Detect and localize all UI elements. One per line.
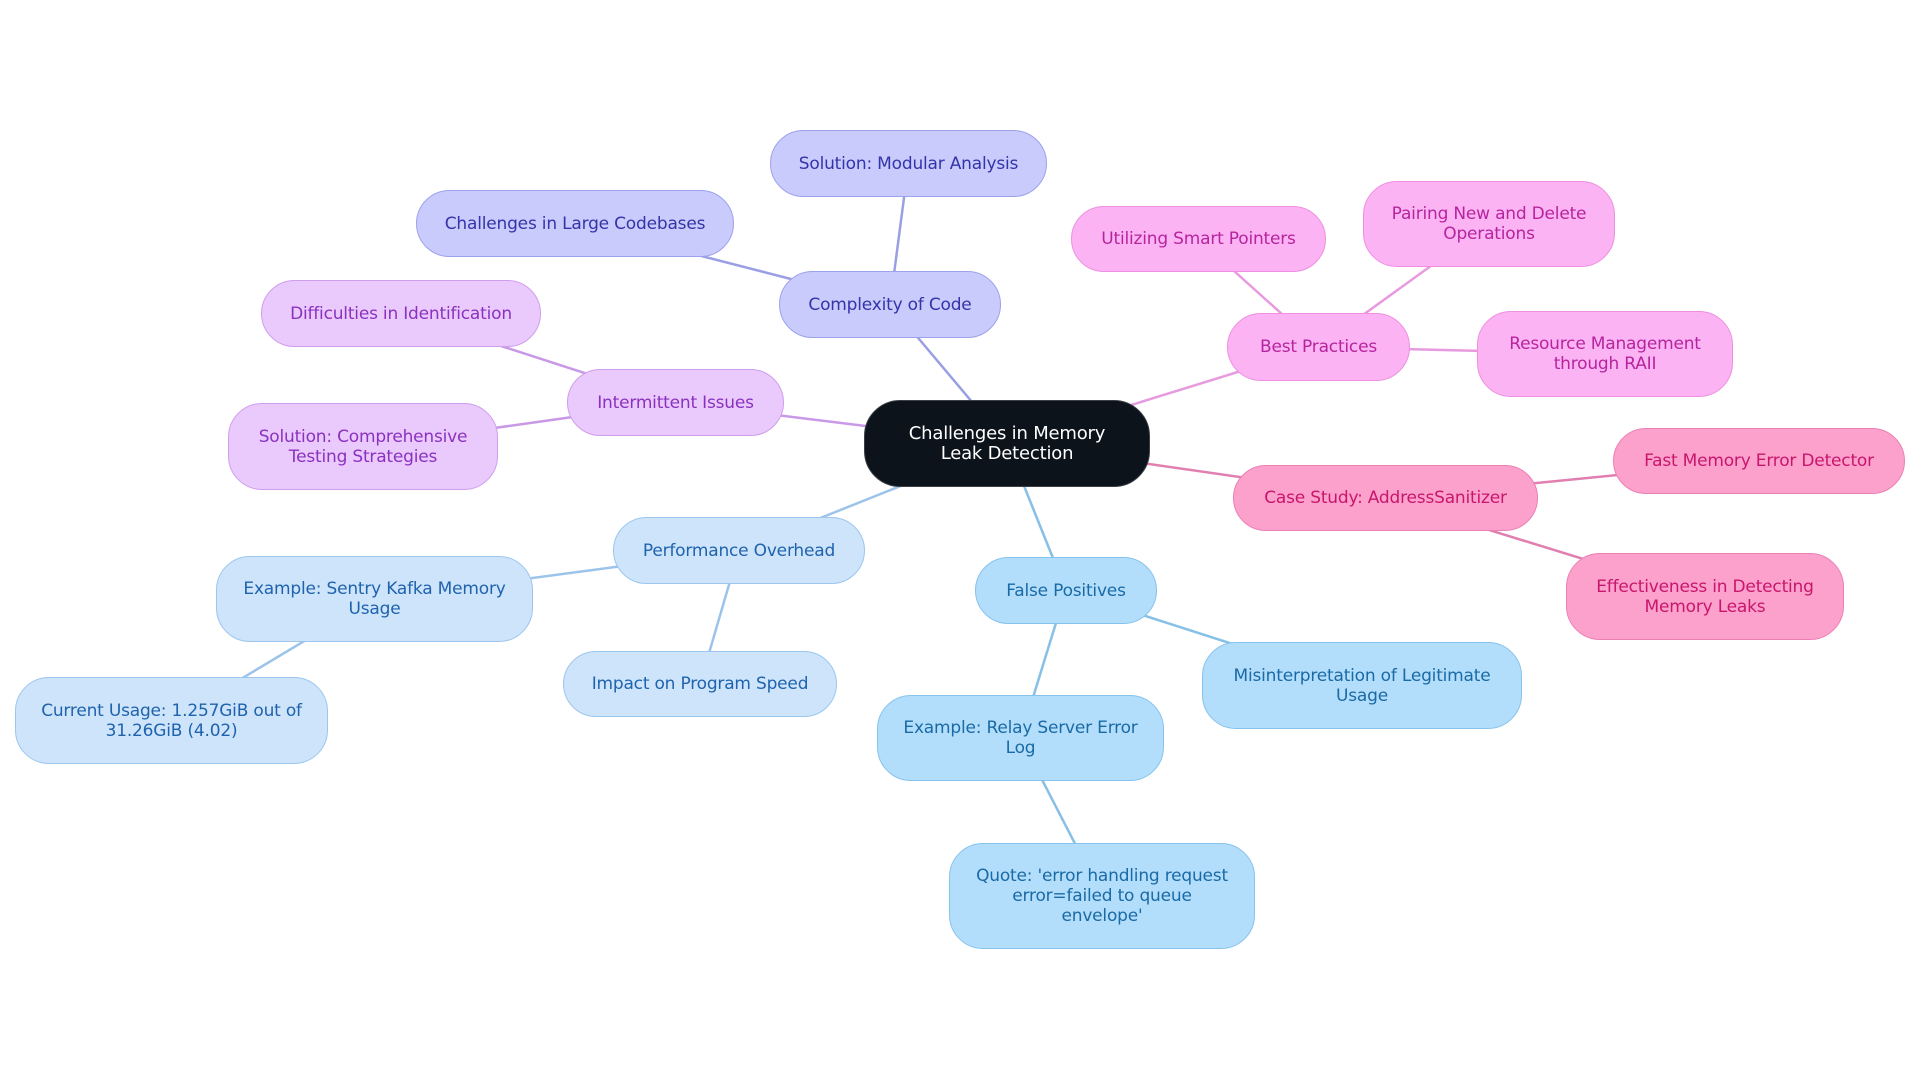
node-label: Current Usage: 1.257GiB out of 31.26GiB … — [41, 700, 302, 741]
node-label: Fast Memory Error Detector — [1644, 451, 1874, 471]
node-raii[interactable]: Resource Management through RAII — [1477, 311, 1733, 397]
node-program-speed[interactable]: Impact on Program Speed — [563, 651, 837, 717]
node-best-practices[interactable]: Best Practices — [1227, 313, 1410, 381]
node-modular-analysis[interactable]: Solution: Modular Analysis — [770, 130, 1047, 197]
node-label: Impact on Program Speed — [591, 674, 809, 694]
node-label: Utilizing Smart Pointers — [1101, 229, 1296, 249]
node-label: Misinterpretation of Legitimate Usage — [1233, 665, 1491, 706]
node-performance[interactable]: Performance Overhead — [613, 517, 865, 584]
node-label: Case Study: AddressSanitizer — [1264, 488, 1507, 508]
node-label: Intermittent Issues — [597, 392, 754, 413]
node-label: Solution: Comprehensive Testing Strategi… — [258, 426, 468, 467]
node-label: Challenges in Memory Leak Detection — [908, 422, 1106, 464]
node-label: False Positives — [1006, 580, 1126, 601]
node-large-codebases[interactable]: Challenges in Large Codebases — [416, 190, 734, 257]
node-root[interactable]: Challenges in Memory Leak Detection — [864, 400, 1150, 487]
node-relay-log[interactable]: Example: Relay Server Error Log — [877, 695, 1164, 781]
node-misinterpretation[interactable]: Misinterpretation of Legitimate Usage — [1202, 642, 1522, 729]
node-label: Complexity of Code — [808, 294, 972, 315]
node-label: Solution: Modular Analysis — [798, 153, 1019, 174]
node-label: Quote: 'error handling request error=fai… — [976, 866, 1228, 926]
node-label: Difficulties in Identification — [290, 303, 512, 324]
node-label: Example: Sentry Kafka Memory Usage — [243, 579, 506, 619]
node-label: Challenges in Large Codebases — [444, 213, 706, 234]
node-label: Best Practices — [1259, 337, 1377, 357]
node-difficulties[interactable]: Difficulties in Identification — [261, 280, 541, 347]
node-label: Pairing New and Delete Operations — [1391, 204, 1587, 244]
node-false-positives[interactable]: False Positives — [975, 557, 1157, 624]
mind-map-canvas: Challenges in Memory Leak Detection Compl… — [0, 0, 1920, 1083]
node-new-delete[interactable]: Pairing New and Delete Operations — [1363, 181, 1615, 267]
node-effectiveness[interactable]: Effectiveness in Detecting Memory Leaks — [1566, 553, 1844, 640]
node-label: Resource Management through RAII — [1509, 334, 1701, 374]
node-label: Performance Overhead — [642, 540, 836, 561]
node-complexity[interactable]: Complexity of Code — [779, 271, 1001, 338]
node-current-usage[interactable]: Current Usage: 1.257GiB out of 31.26GiB … — [15, 677, 328, 764]
node-label: Effectiveness in Detecting Memory Leaks — [1596, 576, 1814, 617]
node-case-study[interactable]: Case Study: AddressSanitizer — [1233, 465, 1538, 531]
node-quote[interactable]: Quote: 'error handling request error=fai… — [949, 843, 1255, 949]
node-fast-detector[interactable]: Fast Memory Error Detector — [1613, 428, 1905, 494]
node-testing[interactable]: Solution: Comprehensive Testing Strategi… — [228, 403, 498, 490]
node-label: Example: Relay Server Error Log — [903, 718, 1138, 758]
node-smart-pointers[interactable]: Utilizing Smart Pointers — [1071, 206, 1326, 272]
node-sentry-kafka[interactable]: Example: Sentry Kafka Memory Usage — [216, 556, 533, 642]
node-intermittent[interactable]: Intermittent Issues — [567, 369, 784, 436]
